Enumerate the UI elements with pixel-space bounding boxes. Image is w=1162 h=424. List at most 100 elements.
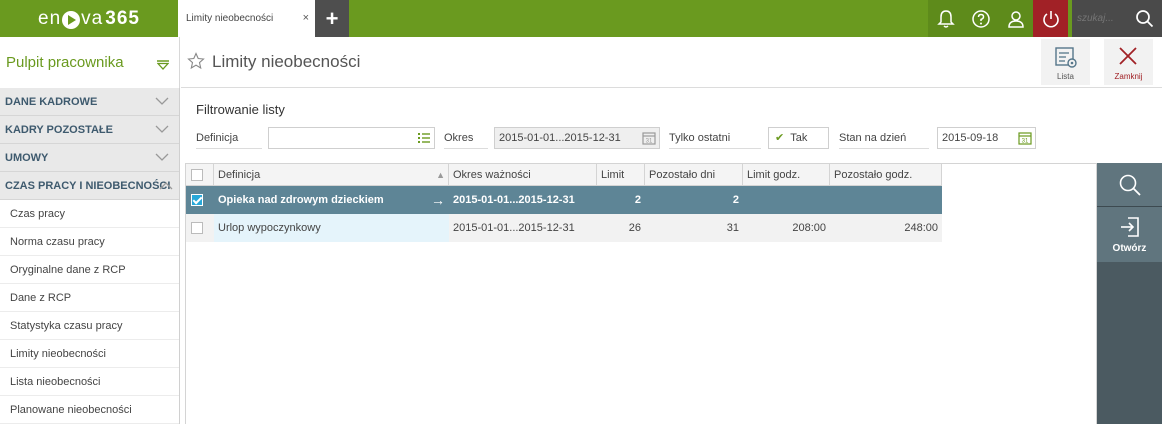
sort-asc-icon: ▲: [436, 170, 445, 180]
sidebar-item-lista-nieobecnosci[interactable]: Lista nieobecności: [0, 368, 179, 396]
cell-limit: 26: [628, 222, 641, 234]
favorite-star-icon[interactable]: [187, 52, 205, 73]
stan-na-dzien-field[interactable]: 2015-09-18 31: [937, 127, 1036, 149]
calendar-icon[interactable]: 31: [1018, 131, 1032, 152]
table-row[interactable]: Opieka nad zdrowym dzieckiem → 2015-01-0…: [186, 186, 942, 214]
svg-text:31: 31: [646, 139, 653, 145]
cell-pozostalo-dni: 2: [732, 194, 739, 206]
sidebar-item-dane-rcp[interactable]: Dane z RCP: [0, 284, 179, 312]
sidebar-item-limity[interactable]: Limity nieobecności: [0, 340, 179, 368]
row-checkbox[interactable]: [191, 222, 203, 234]
col-header-pozostalo-dni[interactable]: Pozostało dni: [645, 164, 743, 186]
sidebar-section-label: CZAS PRACY I NIEOBECNOŚCI: [5, 179, 171, 192]
sign-in-icon: [1120, 217, 1139, 237]
tylko-ostatni-toggle[interactable]: ✔ Tak: [768, 127, 829, 149]
tylko-ostatni-value: Tak: [790, 132, 808, 144]
cell-limit: 2: [634, 194, 641, 206]
list-settings-icon: [1055, 47, 1077, 68]
help-icon[interactable]: [963, 0, 998, 37]
list-picker-icon[interactable]: [417, 131, 431, 152]
cell-limit-godz: [743, 186, 830, 214]
close-label: Zamknij: [1114, 72, 1143, 81]
filter-title: Filtrowanie listy: [196, 102, 285, 117]
table-row[interactable]: Urlop wypoczynkowy 2015-01-01...2015-12-…: [186, 214, 942, 242]
logo-text-a: en: [38, 7, 62, 29]
svg-text:31: 31: [1022, 139, 1029, 145]
definicja-field[interactable]: [268, 127, 435, 149]
definicja-text: Opieka nad zdrowym dzieckiem: [218, 194, 384, 206]
sidebar-item-statystyka[interactable]: Statystyka czasu pracy: [0, 312, 179, 340]
cell-pozostalo-godz: 248:00: [904, 222, 938, 234]
sidebar-section-label: DANE KADROWE: [5, 95, 98, 108]
cell-definicja[interactable]: Urlop wypoczynkowy: [214, 214, 449, 242]
add-tab-button[interactable]: +: [315, 0, 349, 37]
chevron-down-icon: [155, 125, 169, 137]
select-all-checkbox[interactable]: [191, 169, 203, 181]
chevron-down-icon: [155, 97, 169, 109]
logo-number: 365: [105, 7, 140, 29]
cell-limit-godz: 208:00: [792, 222, 826, 234]
col-header-definicja[interactable]: Definicja ▲: [214, 164, 449, 186]
tylko-ostatni-label: Tylko ostatni: [669, 127, 761, 149]
close-icon: [1119, 47, 1137, 65]
sidebar-item-norma-czasu-pracy[interactable]: Norma czasu pracy: [0, 228, 179, 256]
check-icon: ✔: [775, 132, 785, 144]
global-search-input[interactable]: [1077, 13, 1133, 24]
grid-search-button[interactable]: [1097, 163, 1162, 207]
cell-okres: 2015-01-01...2015-12-31: [453, 194, 575, 206]
top-bar: en va 365 Limity nieobecności × +: [0, 0, 1162, 37]
col-header-limit-godz[interactable]: Limit godz.: [743, 164, 830, 186]
row-checkbox[interactable]: [191, 194, 203, 206]
tab-limity[interactable]: Limity nieobecności ×: [178, 0, 315, 37]
sidebar-section-umowy[interactable]: UMOWY: [0, 144, 179, 172]
tab-label: Limity nieobecności: [186, 13, 274, 24]
open-label: Otwórz: [1112, 243, 1147, 254]
limits-grid: Definicja ▲ Okres ważności Limit Pozosta…: [185, 163, 1097, 424]
okres-value: 2015-01-01...2015-12-31: [499, 132, 621, 144]
col-header-limit[interactable]: Limit: [597, 164, 645, 186]
stan-na-dzien-value: 2015-09-18: [942, 132, 999, 144]
col-header-label: Definicja: [218, 169, 261, 181]
sidebar-item-oryginalne-dane-rcp[interactable]: Oryginalne dane z RCP: [0, 256, 179, 284]
top-icons: [928, 0, 1068, 37]
dropdown-icon[interactable]: [156, 57, 170, 74]
row-select[interactable]: [186, 214, 214, 242]
select-all-header[interactable]: [186, 164, 214, 186]
workspace-title: Pulpit pracownika: [6, 54, 124, 71]
user-icon[interactable]: [998, 0, 1033, 37]
sidebar: DANE KADROWE KADRY POZOSTAŁE UMOWY CZAS …: [0, 88, 180, 424]
grid-header: Definicja ▲ Okres ważności Limit Pozosta…: [186, 164, 942, 186]
calendar-icon[interactable]: 31: [642, 131, 656, 152]
action-panel: Otwórz: [1097, 163, 1162, 424]
logo-play-icon: [62, 10, 81, 29]
sidebar-section-kadry-pozostale[interactable]: KADRY POZOSTAŁE: [0, 116, 179, 144]
cell-okres: 2015-01-01...2015-12-31: [453, 222, 575, 234]
notifications-bell-icon[interactable]: [928, 0, 963, 37]
sidebar-item-czas-pracy[interactable]: Czas pracy: [0, 200, 179, 228]
close-button[interactable]: Zamknij: [1104, 39, 1153, 85]
tab-close-icon[interactable]: ×: [303, 12, 309, 24]
row-select[interactable]: [186, 186, 214, 214]
search-icon: [1119, 174, 1141, 196]
col-header-pozostalo-godz[interactable]: Pozostało godz.: [830, 164, 942, 186]
enova-logo[interactable]: en va 365: [0, 0, 178, 37]
cell-definicja[interactable]: Opieka nad zdrowym dzieckiem →: [214, 186, 449, 214]
search-icon[interactable]: [1135, 9, 1154, 31]
sidebar-section-label: UMOWY: [5, 151, 49, 164]
definicja-label: Definicja: [196, 127, 262, 149]
lista-button[interactable]: Lista: [1041, 39, 1090, 85]
arrow-right-icon[interactable]: →: [431, 186, 445, 214]
sidebar-section-czas-pracy[interactable]: CZAS PRACY I NIEOBECNOŚCI: [0, 172, 179, 200]
sidebar-item-planowane[interactable]: Planowane nieobecności: [0, 396, 179, 424]
power-icon[interactable]: [1033, 0, 1068, 37]
sidebar-section-label: KADRY POZOSTAŁE: [5, 123, 113, 136]
logo-text-b: va: [81, 7, 104, 29]
open-button[interactable]: Otwórz: [1097, 207, 1162, 262]
okres-label: Okres: [444, 127, 488, 149]
sidebar-section-dane-kadrowe[interactable]: DANE KADROWE: [0, 88, 179, 116]
workspace-selector[interactable]: Pulpit pracownika: [0, 37, 180, 88]
col-header-okres[interactable]: Okres ważności: [449, 164, 597, 186]
page-title: Limity nieobecności: [212, 52, 361, 71]
okres-field[interactable]: 2015-01-01...2015-12-31 31: [494, 127, 660, 149]
lista-label: Lista: [1057, 72, 1074, 81]
